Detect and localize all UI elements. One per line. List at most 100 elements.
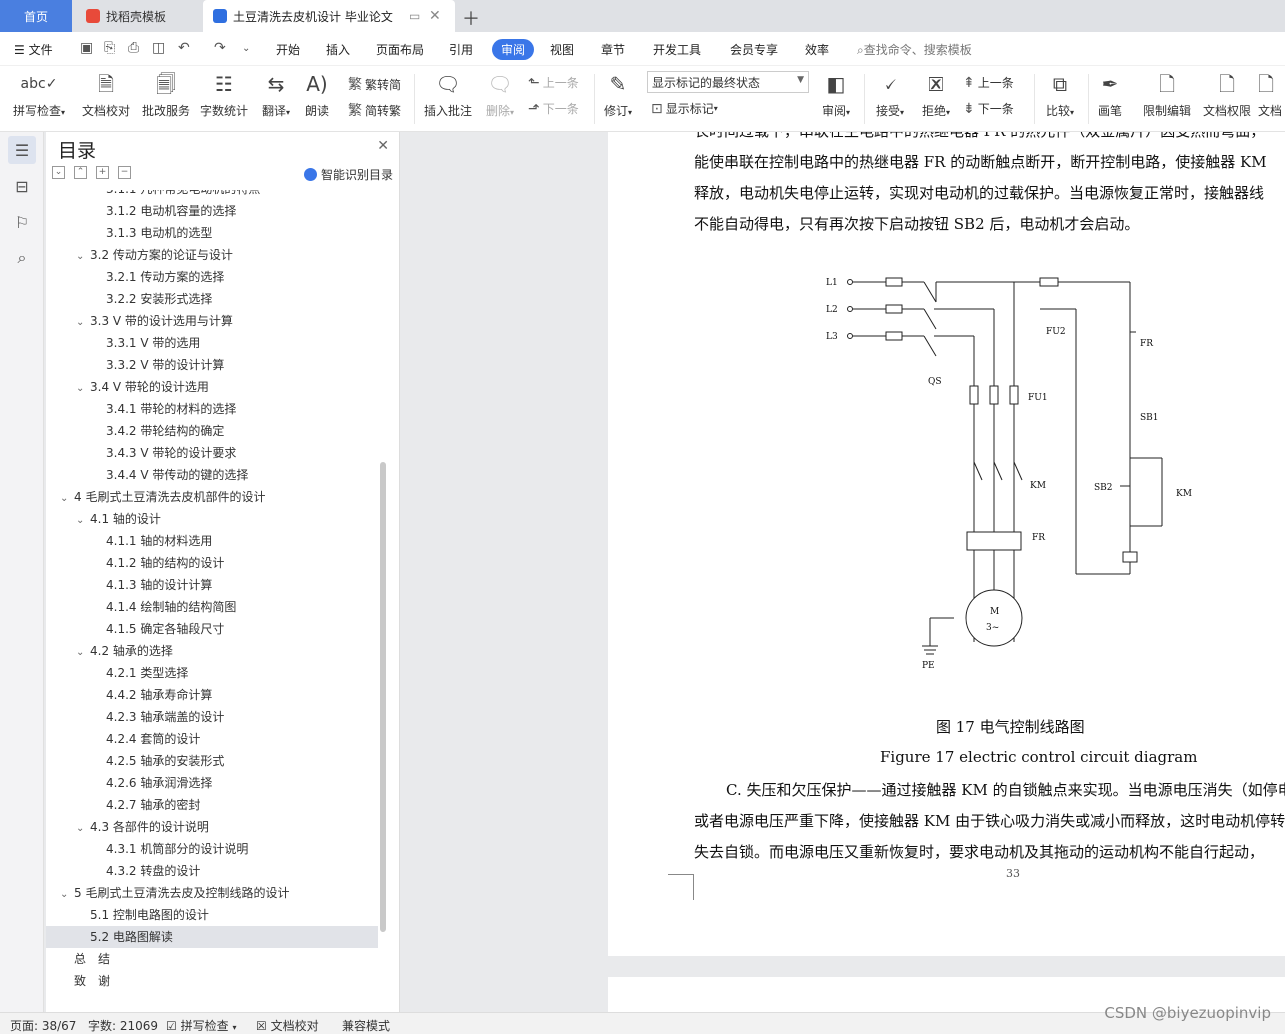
close-icon[interactable]: ✕ <box>377 138 389 154</box>
redo-icon[interactable]: ↷ <box>214 40 226 56</box>
spell-check-button[interactable]: abc✓ 拼写检查▾ <box>10 70 68 119</box>
doc-permission-button[interactable]: 🗋 文档权限 <box>1200 70 1254 119</box>
toc-item[interactable]: 3.1.1 几种常见电动机的特点 <box>46 190 378 200</box>
toc-item[interactable]: 4.1.5 确定各轴段尺寸 <box>46 618 378 640</box>
menu-chapter[interactable]: 章节 <box>601 41 625 58</box>
read-aloud-button[interactable]: A) 朗读 <box>302 70 332 119</box>
show-markup-button[interactable]: ⊡ 显示标记 ▾ <box>651 100 718 117</box>
toc-item[interactable]: 3.3.2 V 带的设计计算 <box>46 354 378 376</box>
menu-view[interactable]: 视图 <box>550 41 574 58</box>
save-icon[interactable]: ▣ <box>80 40 93 56</box>
chevron-down-icon[interactable]: ⌄ <box>60 488 74 510</box>
toc-item[interactable]: 总 结 <box>46 948 378 970</box>
reject-button[interactable]: 🗷 拒绝▾ <box>916 70 956 119</box>
toc-item[interactable]: 4.4.2 轴承寿命计算 <box>46 684 378 706</box>
toc-item[interactable]: 3.4.3 V 带轮的设计要求 <box>46 442 378 464</box>
word-count-button[interactable]: ☷ 字数统计 <box>198 70 250 119</box>
undo-icon[interactable]: ↶ <box>178 40 190 56</box>
menu-references[interactable]: 引用 <box>449 41 473 58</box>
page-indicator[interactable]: 页面: 38/67 <box>10 1017 76 1034</box>
collapse-all-icon[interactable]: − <box>118 166 131 179</box>
review-pane-button[interactable]: ◧ 审阅▾ <box>816 70 856 119</box>
trad-to-simp-button[interactable]: 繁繁转简 <box>348 74 401 94</box>
document-area[interactable]: 长时间过载下，串联在主电路中的热继电器 FR 的热元件（双金属片）因受热而弯曲，… <box>402 132 1285 1012</box>
bookmark-icon[interactable]: ⚐ <box>8 208 36 236</box>
toc-item[interactable]: 4.1.4 绘制轴的结构简图 <box>46 596 378 618</box>
menu-member[interactable]: 会员专享 <box>730 41 778 58</box>
toc-item[interactable]: ⌄ 3.4 V 带轮的设计选用 <box>46 376 378 398</box>
toc-item[interactable]: 4.2.4 套筒的设计 <box>46 728 378 750</box>
toc-item[interactable]: 3.1.3 电动机的选型 <box>46 222 378 244</box>
word-count-indicator[interactable]: 字数: 21069 <box>88 1017 158 1034</box>
chevron-down-icon[interactable]: ⌄ <box>76 818 90 840</box>
collapse-up-icon[interactable]: ⌃ <box>74 166 87 179</box>
command-search[interactable]: ⌕查找命令、搜索模板 <box>857 41 972 58</box>
export-icon[interactable]: ⎘ <box>104 40 115 56</box>
toc-item[interactable]: 致 谢 <box>46 970 378 992</box>
chevron-down-icon[interactable]: ⌄ <box>76 312 90 334</box>
search-icon[interactable]: ⌕ <box>8 244 36 272</box>
tab-template[interactable]: 找稻壳模板 <box>76 0 200 32</box>
toc-item[interactable]: 3.1.2 电动机容量的选择 <box>46 200 378 222</box>
prev-change-button[interactable]: ⇞ 上一条 <box>963 74 1014 91</box>
chevron-down-icon[interactable]: ⌄ <box>60 884 74 906</box>
toc-item[interactable]: 3.4.2 带轮结构的确定 <box>46 420 378 442</box>
correction-service-button[interactable]: 🗐 批改服务 <box>140 70 192 119</box>
status-spell-check[interactable]: ☑ 拼写检查 ▾ <box>166 1017 236 1034</box>
toc-item[interactable]: 4.2.7 轴承的密封 <box>46 794 378 816</box>
toc-item[interactable]: 5.2 电路图解读 <box>46 926 378 948</box>
toc-item[interactable]: ⌄ 3.2 传动方案的论证与设计 <box>46 244 378 266</box>
next-comment-button[interactable]: ⬏ 下一条 <box>528 100 579 117</box>
toc-item[interactable]: ⌄ 5 毛刷式土豆清洗去皮及控制线路的设计 <box>46 882 378 904</box>
chevron-down-icon[interactable]: ⌄ <box>242 43 250 54</box>
toc-item[interactable]: 4.3.2 转盘的设计 <box>46 860 378 882</box>
compare-button[interactable]: ⧉ 比较▾ <box>1040 70 1080 119</box>
chevron-down-icon[interactable]: ⌄ <box>76 246 90 268</box>
track-changes-button[interactable]: ✎ 修订▾ <box>600 70 636 119</box>
proofread-button[interactable]: 🗎 文档校对 <box>80 70 132 119</box>
toc-item[interactable]: 4.2.5 轴承的安装形式 <box>46 750 378 772</box>
toc-item[interactable]: ⌄ 4 毛刷式土豆清洗去皮机部件的设计 <box>46 486 378 508</box>
toc-item[interactable]: ⌄ 4.1 轴的设计 <box>46 508 378 530</box>
toc-panel-icon[interactable]: ☰ <box>8 136 36 164</box>
chevron-down-icon[interactable]: ⌄ <box>76 642 90 664</box>
expand-all-icon[interactable]: + <box>96 166 109 179</box>
next-change-button[interactable]: ⇟ 下一条 <box>963 100 1014 117</box>
toc-item[interactable]: 4.2.6 轴承润滑选择 <box>46 772 378 794</box>
toc-scrollbar[interactable] <box>380 462 386 932</box>
insert-comment-button[interactable]: 🗨 插入批注 <box>422 70 474 119</box>
toc-item[interactable]: 3.4.1 带轮的材料的选择 <box>46 398 378 420</box>
toc-item[interactable]: 5.1 控制电路图的设计 <box>46 904 378 926</box>
toc-item[interactable]: 3.3.1 V 带的选用 <box>46 332 378 354</box>
menu-review[interactable]: 审阅 <box>492 39 535 60</box>
translate-button[interactable]: ⇆ 翻译▾ <box>256 70 296 119</box>
expand-down-icon[interactable]: ⌄ <box>52 166 65 179</box>
menu-insert[interactable]: 插入 <box>326 41 350 58</box>
smart-toc-button[interactable]: 智能识别目录 <box>303 166 393 183</box>
delete-comment-button[interactable]: 🗨 删除▾ <box>480 70 520 119</box>
preview-icon[interactable]: ◫ <box>152 40 165 56</box>
window-icon[interactable]: ▭ <box>409 9 420 23</box>
toc-item[interactable]: 4.2.3 轴承端盖的设计 <box>46 706 378 728</box>
menu-efficiency[interactable]: 效率 <box>805 41 829 58</box>
toc-item[interactable]: ⌄ 3.3 V 带的设计选用与计算 <box>46 310 378 332</box>
tab-document[interactable]: 土豆清洗去皮机设计 毕业论文 ▭ ✕ <box>203 0 455 32</box>
menu-dev-tools[interactable]: 开发工具 <box>653 41 701 58</box>
status-proofread[interactable]: ☒ 文档校对 <box>256 1017 319 1034</box>
doc-more-button[interactable]: 🗋 文档 <box>1258 70 1285 119</box>
print-icon[interactable]: ⎙ <box>128 40 139 56</box>
toc-item[interactable]: 4.2.1 类型选择 <box>46 662 378 684</box>
file-menu[interactable]: ☰ 文件 <box>14 41 53 58</box>
menu-start[interactable]: 开始 <box>276 41 300 58</box>
toc-item[interactable]: ⌄ 4.2 轴承的选择 <box>46 640 378 662</box>
chevron-down-icon[interactable]: ⌄ <box>76 510 90 532</box>
toc-item[interactable]: 3.4.4 V 带传动的键的选择 <box>46 464 378 486</box>
chapter-nav-icon[interactable]: ⊟ <box>8 172 36 200</box>
toc-item[interactable]: 3.2.2 安装形式选择 <box>46 288 378 310</box>
toc-item[interactable]: ⌄ 4.3 各部件的设计说明 <box>46 816 378 838</box>
toc-item[interactable]: 4.3.1 机筒部分的设计说明 <box>46 838 378 860</box>
chevron-down-icon[interactable]: ⌄ <box>76 378 90 400</box>
tab-home[interactable]: 首页 <box>0 0 72 32</box>
toc-item[interactable]: 3.2.1 传动方案的选择 <box>46 266 378 288</box>
toc-item[interactable]: 4.1.3 轴的设计计算 <box>46 574 378 596</box>
